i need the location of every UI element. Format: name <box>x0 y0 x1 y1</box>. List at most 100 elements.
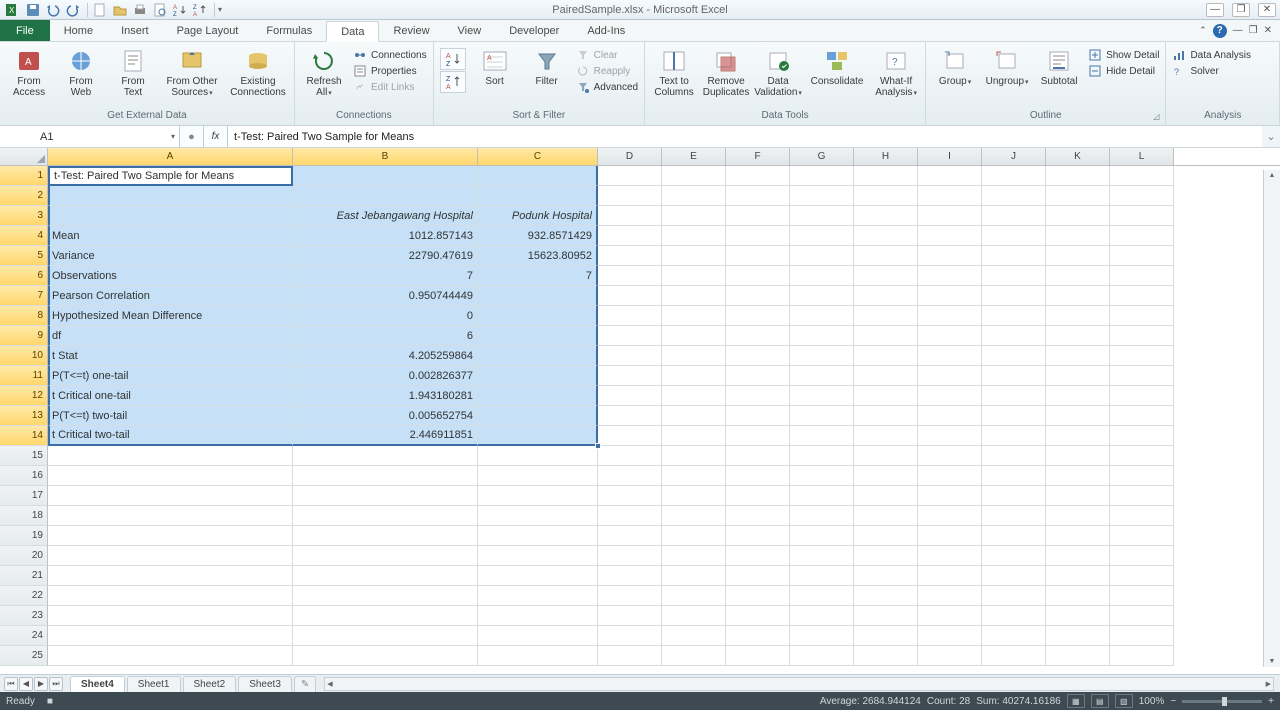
sort-desc-button[interactable]: ZA <box>440 71 466 93</box>
cell-B1[interactable] <box>293 166 478 186</box>
cell-L10[interactable] <box>1110 346 1174 366</box>
cell-F17[interactable] <box>726 486 790 506</box>
cell-C6[interactable]: 7 <box>478 266 598 286</box>
sort-asc-icon[interactable]: AZ <box>171 2 189 18</box>
cell-C11[interactable] <box>478 366 598 386</box>
ungroup-button[interactable]: Ungroup▾ <box>984 44 1030 88</box>
cell-A4[interactable]: Mean <box>48 226 293 246</box>
cell-A14[interactable]: t Critical two-tail <box>48 426 293 446</box>
column-header-D[interactable]: D <box>598 148 662 165</box>
cell-F6[interactable] <box>726 266 790 286</box>
cell-F14[interactable] <box>726 426 790 446</box>
cell-G9[interactable] <box>790 326 854 346</box>
cell-C14[interactable] <box>478 426 598 446</box>
cell-F9[interactable] <box>726 326 790 346</box>
cell-L11[interactable] <box>1110 366 1174 386</box>
cell-G19[interactable] <box>790 526 854 546</box>
cell-K25[interactable] <box>1046 646 1110 666</box>
cell-I4[interactable] <box>918 226 982 246</box>
existing-connections-button[interactable]: Existing Connections <box>228 44 288 98</box>
cell-I2[interactable] <box>918 186 982 206</box>
cell-F23[interactable] <box>726 606 790 626</box>
clear-filter-button[interactable]: Clear <box>576 48 638 62</box>
cell-E23[interactable] <box>662 606 726 626</box>
cell-E13[interactable] <box>662 406 726 426</box>
cell-C23[interactable] <box>478 606 598 626</box>
cell-D22[interactable] <box>598 586 662 606</box>
cell-G21[interactable] <box>790 566 854 586</box>
cell-G6[interactable] <box>790 266 854 286</box>
cell-D14[interactable] <box>598 426 662 446</box>
cell-C4[interactable]: 932.8571429 <box>478 226 598 246</box>
column-header-J[interactable]: J <box>982 148 1046 165</box>
cell-I13[interactable] <box>918 406 982 426</box>
cell-J14[interactable] <box>982 426 1046 446</box>
cell-B13[interactable]: 0.005652754 <box>293 406 478 426</box>
close-button[interactable]: ✕ <box>1258 3 1276 17</box>
cell-I5[interactable] <box>918 246 982 266</box>
cell-E12[interactable] <box>662 386 726 406</box>
cell-C17[interactable] <box>478 486 598 506</box>
cell-A11[interactable]: P(T<=t) one-tail <box>48 366 293 386</box>
cell-J12[interactable] <box>982 386 1046 406</box>
cell-F16[interactable] <box>726 466 790 486</box>
cell-A2[interactable] <box>48 186 293 206</box>
row-header-2[interactable]: 2 <box>0 186 48 206</box>
tab-file[interactable]: File <box>0 20 50 41</box>
cell-J3[interactable] <box>982 206 1046 226</box>
cell-K23[interactable] <box>1046 606 1110 626</box>
tab-insert[interactable]: Insert <box>107 20 163 41</box>
cell-J8[interactable] <box>982 306 1046 326</box>
cell-F5[interactable] <box>726 246 790 266</box>
row-header-19[interactable]: 19 <box>0 526 48 546</box>
cell-A23[interactable] <box>48 606 293 626</box>
cell-J16[interactable] <box>982 466 1046 486</box>
cell-L5[interactable] <box>1110 246 1174 266</box>
spreadsheet-grid[interactable]: 1234567891011121314151617181920212223242… <box>0 166 1280 674</box>
cell-G8[interactable] <box>790 306 854 326</box>
cell-L18[interactable] <box>1110 506 1174 526</box>
cell-K13[interactable] <box>1046 406 1110 426</box>
cell-D16[interactable] <box>598 466 662 486</box>
cell-E6[interactable] <box>662 266 726 286</box>
cell-C24[interactable] <box>478 626 598 646</box>
cell-D8[interactable] <box>598 306 662 326</box>
cell-J17[interactable] <box>982 486 1046 506</box>
cell-B16[interactable] <box>293 466 478 486</box>
cell-K11[interactable] <box>1046 366 1110 386</box>
cell-H7[interactable] <box>854 286 918 306</box>
cell-C21[interactable] <box>478 566 598 586</box>
cell-G10[interactable] <box>790 346 854 366</box>
sheet-tab-sheet3[interactable]: Sheet3 <box>238 676 292 692</box>
zoom-out-button[interactable]: − <box>1170 696 1176 707</box>
cell-C8[interactable] <box>478 306 598 326</box>
cell-A9[interactable]: df <box>48 326 293 346</box>
cell-H1[interactable] <box>854 166 918 186</box>
fill-handle[interactable] <box>595 443 601 449</box>
cell-I19[interactable] <box>918 526 982 546</box>
show-detail-button[interactable]: Show Detail <box>1088 48 1159 62</box>
remove-duplicates-button[interactable]: Remove Duplicates <box>703 44 749 98</box>
cell-C5[interactable]: 15623.80952 <box>478 246 598 266</box>
cell-J7[interactable] <box>982 286 1046 306</box>
cell-A12[interactable]: t Critical one-tail <box>48 386 293 406</box>
sort-desc-icon[interactable]: ZA <box>191 2 209 18</box>
row-header-22[interactable]: 22 <box>0 586 48 606</box>
column-header-K[interactable]: K <box>1046 148 1110 165</box>
cell-G4[interactable] <box>790 226 854 246</box>
cell-E24[interactable] <box>662 626 726 646</box>
zoom-slider[interactable] <box>1182 700 1262 703</box>
what-if-analysis-button[interactable]: ?What-If Analysis▾ <box>873 44 919 99</box>
cell-C20[interactable] <box>478 546 598 566</box>
column-header-L[interactable]: L <box>1110 148 1174 165</box>
zoom-level[interactable]: 100% <box>1139 696 1165 707</box>
cell-H16[interactable] <box>854 466 918 486</box>
cell-L16[interactable] <box>1110 466 1174 486</box>
cell-H15[interactable] <box>854 446 918 466</box>
row-header-10[interactable]: 10 <box>0 346 48 366</box>
cell-D12[interactable] <box>598 386 662 406</box>
tab-page-layout[interactable]: Page Layout <box>163 20 253 41</box>
from-access-button[interactable]: AFrom Access <box>6 44 52 98</box>
row-header-1[interactable]: 1 <box>0 166 48 186</box>
from-web-button[interactable]: From Web <box>58 44 104 98</box>
